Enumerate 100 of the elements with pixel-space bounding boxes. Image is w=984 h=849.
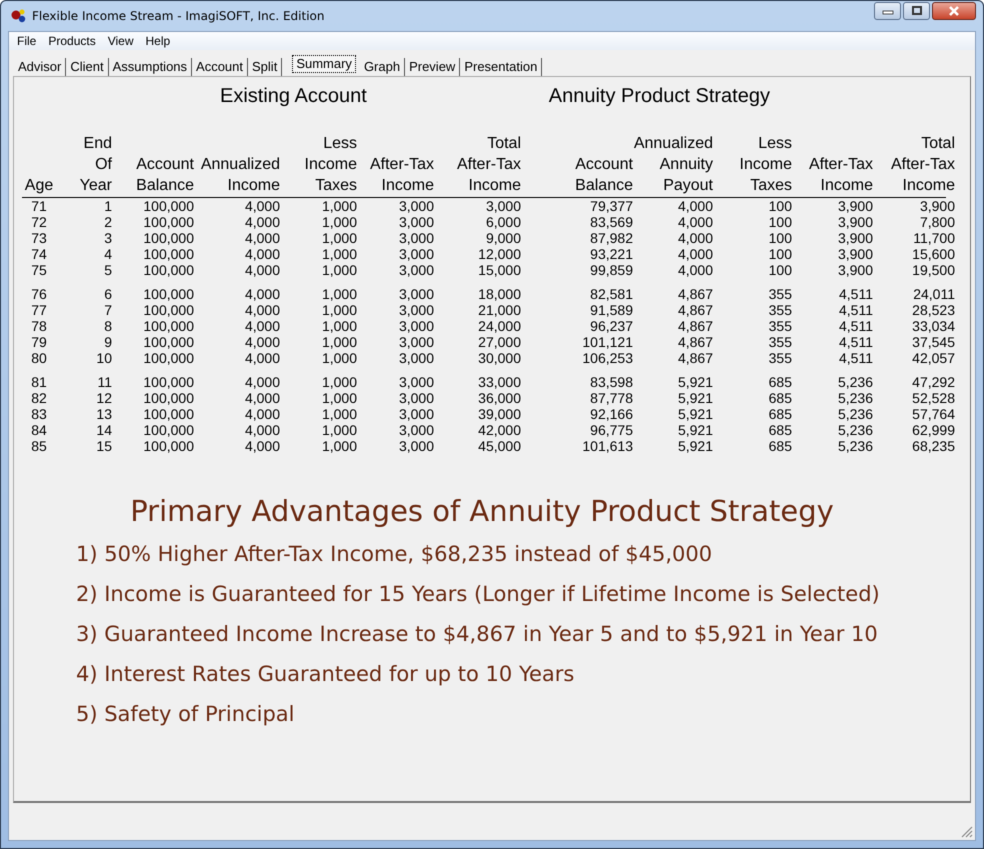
- table-cell-text: 100,000: [142, 350, 194, 366]
- tab[interactable]: Account: [192, 58, 248, 76]
- table-cell-text: 100: [768, 262, 792, 278]
- tab[interactable]: Preview: [405, 58, 460, 76]
- table-cell-text: 4,511: [838, 350, 873, 366]
- table-cell-text: 84: [30, 422, 48, 438]
- table-cell-text: 3,000: [398, 214, 434, 230]
- table-cell-text: 3,000: [398, 422, 434, 438]
- table-cell-text: 75: [30, 262, 48, 278]
- table-cell-text: 4,867: [676, 350, 713, 366]
- table-cell-text: 100,000: [142, 262, 194, 278]
- table-cell-text: 4,000: [244, 286, 280, 302]
- minimize-button[interactable]: [874, 2, 901, 20]
- table-cell-text: 5,236: [836, 422, 873, 438]
- table-cell-text: 4,867: [676, 318, 713, 334]
- table-cell-text: 5,236: [836, 406, 873, 422]
- maximize-button[interactable]: [903, 2, 930, 20]
- table-cell-text: 3,900: [918, 198, 955, 214]
- table-cell-text: 3,000: [398, 302, 434, 318]
- table-cell-text: 1,000: [320, 390, 357, 406]
- advantage-item: 3) Guaranteed Income Increase to $4,867 in Year 5 and to $5,921 in Year 10: [76, 621, 879, 648]
- menu-item[interactable]: View: [102, 34, 140, 48]
- table-cell-text: 3,000: [398, 438, 434, 454]
- column-header: End Of Year: [78, 134, 112, 196]
- table-cell-text: 3,000: [398, 198, 434, 214]
- table-cell-text: 42,057: [911, 350, 955, 366]
- menu-item[interactable]: Help: [140, 34, 176, 48]
- table-cell-text: 12,000: [477, 246, 521, 262]
- table-cell-text: 27,000: [477, 334, 521, 350]
- table-cell-text: 4,000: [244, 438, 280, 454]
- gears-icon: [10, 8, 26, 24]
- table-cell-text: 100,000: [142, 246, 194, 262]
- tab[interactable]: Split: [248, 58, 282, 76]
- tab[interactable]: Assumptions: [108, 58, 192, 76]
- table-cell-text: 355: [768, 350, 792, 366]
- table-cell-text: 5,921: [676, 406, 713, 422]
- menu-item[interactable]: File: [11, 34, 42, 48]
- tab[interactable]: Graph: [360, 58, 406, 76]
- tab[interactable]: Presentation: [460, 58, 542, 76]
- table-cell-text: 3,900: [836, 214, 873, 230]
- table-cell-text: 4,000: [244, 246, 280, 262]
- table-cell-text: 14: [95, 422, 112, 438]
- table-cell-text: 685: [768, 390, 792, 406]
- table-cell-text: 73: [30, 230, 48, 246]
- table-cell-text: 76: [30, 286, 48, 302]
- table-cell-text: 355: [768, 286, 792, 302]
- table-cell-text: 99,859: [589, 262, 633, 278]
- table-cell-text: 1,000: [320, 286, 357, 302]
- tab[interactable]: Summary: [292, 55, 356, 73]
- table-cell-text: 100: [768, 214, 792, 230]
- table-cell-text: 83,598: [589, 374, 633, 390]
- table-cell-text: 8: [103, 318, 112, 334]
- table-cell-text: 15,000: [477, 262, 521, 278]
- table-cell-text: 4,867: [676, 302, 713, 318]
- table-cell-text: 4,000: [244, 374, 280, 390]
- table-cell-text: 93,221: [589, 246, 633, 262]
- close-button[interactable]: [932, 2, 976, 20]
- tab[interactable]: Client: [66, 58, 109, 76]
- table-cell-text: 36,000: [477, 390, 521, 406]
- table-cell-text: 18,000: [477, 286, 521, 302]
- table-cell-text: 100,000: [142, 318, 194, 334]
- table-cell-text: 3: [103, 230, 112, 246]
- column-header: Annualized Income: [200, 155, 280, 196]
- table-cell-text: 47,292: [911, 374, 955, 390]
- table-cell-text: 4,511: [838, 286, 873, 302]
- tab[interactable]: Advisor: [14, 58, 66, 76]
- table-cell-text: 4,000: [676, 214, 713, 230]
- table-cell-text: 5,236: [836, 390, 873, 406]
- advantage-item: 2) Income is Guaranteed for 15 Years (Longer if Lifetime Income is Selected): [76, 581, 881, 608]
- column-header: After-Tax Income: [368, 155, 434, 196]
- table-cell-text: 6,000: [484, 214, 521, 230]
- section-heading: Existing Account: [220, 84, 367, 108]
- table-cell-text: 3,900: [836, 198, 873, 214]
- table-cell-text: 100: [768, 198, 792, 214]
- table-cell-text: 15,600: [911, 246, 955, 262]
- table-cell-text: 4,867: [676, 334, 713, 350]
- table-cell-text: 4,000: [676, 230, 713, 246]
- table-cell-text: 87,778: [589, 390, 633, 406]
- column-header: Less Income Taxes: [304, 134, 357, 196]
- resize-grip-icon: [961, 826, 973, 838]
- table-cell-text: 1: [103, 198, 112, 214]
- table-cell-text: 100: [768, 246, 792, 262]
- table-cell-text: 81: [30, 374, 48, 390]
- table-cell-text: 4,000: [244, 422, 280, 438]
- column-header: Total After-Tax Income: [890, 134, 955, 196]
- table-cell-text: 9: [103, 334, 112, 350]
- table-cell-text: 4,000: [244, 390, 280, 406]
- table-cell-text: 4,000: [244, 262, 280, 278]
- table-cell-text: 39,000: [477, 406, 521, 422]
- table-cell-text: 3,000: [398, 406, 434, 422]
- table-cell-text: 82,581: [589, 286, 633, 302]
- table-cell-text: 96,775: [589, 422, 633, 438]
- table-cell-text: 42,000: [477, 422, 521, 438]
- table-cell-text: 19,500: [911, 262, 955, 278]
- table-cell-text: 685: [768, 406, 792, 422]
- table-cell-text: 33,034: [911, 318, 955, 334]
- table-cell-text: 6: [103, 286, 112, 302]
- menu-item[interactable]: Products: [42, 34, 102, 48]
- table-cell-text: 92,166: [589, 406, 633, 422]
- table-cell-text: 100,000: [142, 374, 194, 390]
